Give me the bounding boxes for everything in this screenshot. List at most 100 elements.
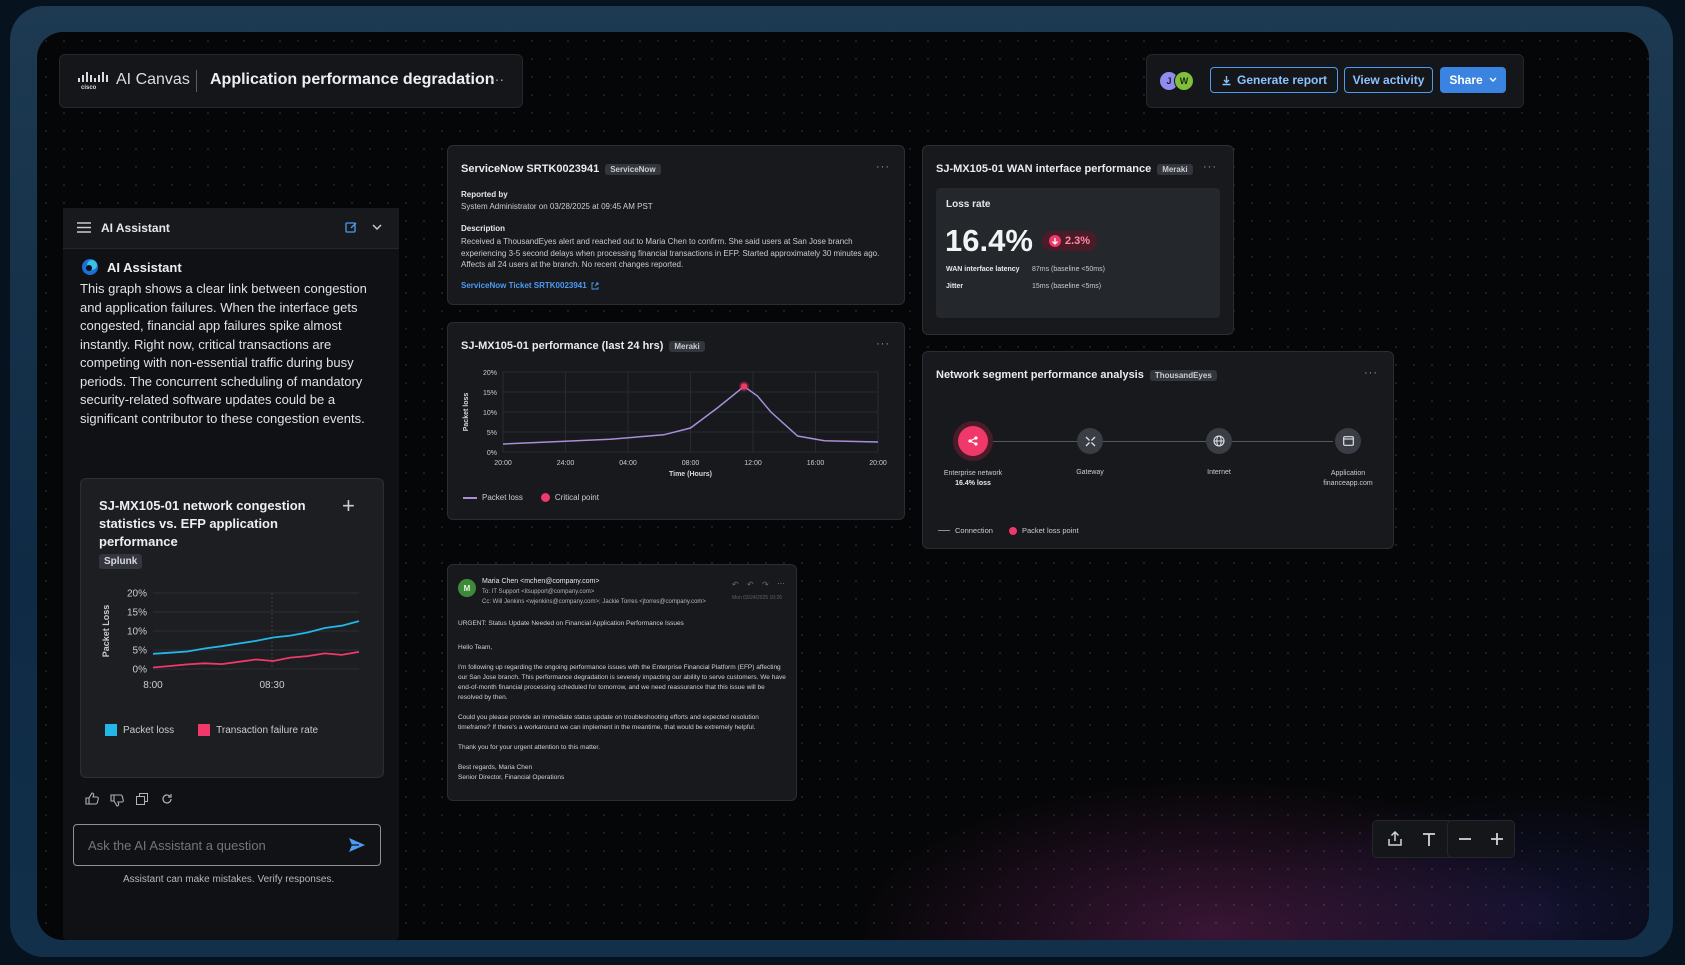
ticket-link-label: ServiceNow Ticket SRTK0023941 [461,281,587,290]
legend-connection: Connection [938,526,993,535]
node-label: Enterprise network [943,470,1003,477]
y-tick-label: 20% [483,370,497,377]
x-tick-label: 08:30 [259,680,284,691]
canvas-tools [1372,820,1454,858]
ai-assistant-panel: AI Assistant AI Assistant This graph sho… [63,208,399,940]
description-label: Description [461,224,506,233]
node-label-gateway: Gateway [1040,469,1140,476]
node-label: Application [1330,470,1366,477]
segment-connector-line [973,441,1333,442]
segment-node-enterprise[interactable] [953,421,993,461]
reply-icon[interactable]: ↶ [732,580,739,589]
email-cc: Cc: Will Jenkins <wjenkins@company.com>;… [482,599,706,605]
download-icon [1222,75,1231,85]
gateway-icon [1085,436,1095,446]
meraki-tag: Meraki [1157,163,1193,175]
card-more-button[interactable]: ··· [876,161,890,173]
segment-node-internet[interactable] [1206,428,1232,454]
latency-label: WAN interface latency [946,266,1020,273]
refresh-icon[interactable] [161,793,173,805]
legend-packet-loss: Packet loss [105,724,174,736]
x-tick-label: 24:00 [557,460,575,467]
wan-performance-card: SJ-MX105-01 WAN interface performance Mer… [922,145,1234,335]
generate-report-button[interactable]: Generate report [1210,67,1338,93]
performance-chart-card: SJ-MX105-01 performance (last 24 hrs) Mer… [447,322,905,520]
servicenow-card: ServiceNow SRTK0023941 ServiceNow ··· Rep… [447,145,905,305]
text-tool-icon[interactable] [1421,831,1437,847]
avatar-initial: W [1179,76,1189,86]
card-more-button[interactable]: ··· [876,338,890,350]
thumbs-down-icon[interactable] [110,794,124,807]
zoom-in-icon[interactable] [1490,832,1504,846]
globe-icon [1213,435,1225,447]
reply-all-icon[interactable]: ↶ [747,580,754,589]
segment-legend: Connection Packet loss point [938,526,1079,535]
card-more-button[interactable]: ··· [1203,161,1217,173]
critical-point-marker [740,383,748,390]
share-label: Share [1449,73,1483,87]
legend-critical-point: Critical point [540,493,599,502]
canvas-screen: cisco AI Canvas Application performance … [37,32,1649,940]
sender-avatar: M [458,579,476,597]
menu-icon[interactable] [77,222,91,233]
servicenow-tag: ServiceNow [605,163,661,175]
legend-swatch [105,724,117,736]
enterprise-node-core [958,426,988,456]
legend-dot-swatch [540,493,550,502]
title-divider [196,70,197,92]
segment-card-title: Network segment performance analysis Thou… [936,369,1217,381]
splunk-tag: Splunk [99,554,143,569]
question-input[interactable] [86,834,340,856]
legend-label: Connection [955,526,993,535]
segment-node-gateway[interactable] [1077,428,1103,454]
latency-value: 87ms (baseline <50ms) [1032,266,1105,273]
card-more-button[interactable]: ··· [1364,367,1378,379]
email-from: Maria Chen <mchen@company.com> [482,578,600,585]
chevron-down-icon [1489,77,1497,82]
x-tick-label: 08:00 [682,460,700,467]
question-input-box[interactable] [73,824,381,866]
email-to: To: IT Support <itsupport@company.com> [482,589,595,595]
legend-label: Packet loss [123,724,175,736]
y-tick-label: 5% [487,430,497,437]
share-button[interactable]: Share [1440,67,1506,93]
header-actions-bar: J W Generate report View activity Share [1146,54,1524,108]
performance-card-title: SJ-MX105-01 performance (last 24 hrs) Mer… [461,340,705,352]
reported-by-value: System Administrator on 03/28/2025 at 09… [461,202,653,211]
x-tick-label: 12:00 [744,460,762,467]
new-chat-icon[interactable] [345,221,358,234]
title-more-button[interactable]: ··· [490,71,504,87]
email-paragraph: I'm following up regarding the ongoing p… [458,664,786,701]
legend-line-swatch [463,496,477,499]
thumbs-up-icon[interactable] [85,792,99,805]
brand-name: AI Canvas [116,71,190,88]
ai-assistant-logo-icon [82,259,98,275]
email-body: URGENT: Status Update Needed on Financia… [458,619,788,783]
servicenow-ticket-link[interactable]: ServiceNow Ticket SRTK0023941 [461,281,599,290]
send-icon[interactable] [348,837,366,853]
loss-delta-badge: 2.3% [1042,231,1098,251]
legend-line-swatch [938,530,950,531]
series-line [152,620,360,655]
view-activity-button[interactable]: View activity [1344,67,1433,93]
assistant-message: This graph shows a clear link between co… [80,281,367,426]
export-icon[interactable] [1387,831,1403,847]
chevron-down-icon[interactable] [372,224,382,231]
assistant-disclaimer: Assistant can make mistakes. Verify resp… [123,874,335,885]
node-label: Internet [1207,469,1231,476]
packet-loss-line-chart: 20% 15% 10% 5% 0% 20:00 24:00 04:00 08:00 12:00 16… [463,370,887,478]
network-segment-card: Network segment performance analysis Thou… [922,351,1394,549]
legend-swatch [198,724,211,736]
add-to-canvas-button[interactable]: + [342,493,355,519]
y-tick-label: 15% [127,608,147,619]
segment-node-application[interactable] [1335,428,1361,454]
loss-rate-value: 16.4% [945,223,1033,258]
wan-title: SJ-MX105-01 WAN interface performance [936,163,1152,175]
y-tick-label: 15% [483,390,497,397]
avatar[interactable]: W [1174,71,1194,91]
copy-icon[interactable] [136,793,148,805]
zoom-out-icon[interactable] [1458,832,1472,846]
forward-icon[interactable]: ↷ [762,580,769,589]
node-label-application: Application financeapp.com [1298,469,1398,489]
email-more-icon[interactable]: ··· [777,579,785,588]
